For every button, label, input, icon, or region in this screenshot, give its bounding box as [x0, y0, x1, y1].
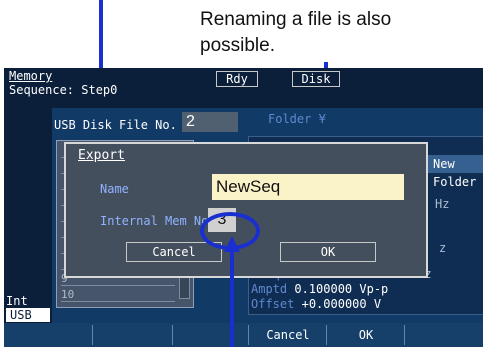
softkey-2[interactable]	[92, 325, 173, 345]
new-folder-label: New Folder	[433, 157, 477, 189]
softkey-ok[interactable]: OK	[326, 325, 405, 345]
dialog-ok-button[interactable]: OK	[280, 242, 376, 262]
sequence-label: Sequence: Step0	[9, 83, 118, 97]
offset-value: +0.000000 V	[301, 297, 382, 311]
memory-title: Memory	[9, 69, 53, 83]
softkey-3[interactable]	[172, 325, 249, 345]
disk-indicator: Disk	[292, 71, 340, 87]
unit-hz: Hz	[435, 197, 450, 211]
name-input[interactable]: NewSeq	[212, 174, 404, 200]
device-screen: Memory Sequence: Step0 Rdy Disk USB Disk…	[4, 68, 483, 347]
usb-file-no-label: USB Disk File No.	[54, 118, 177, 132]
annotation-line-2: possible.	[200, 35, 275, 56]
amptd-value: 0.100000 Vp-p	[294, 282, 389, 296]
dialog-title: Export	[78, 148, 125, 163]
arrow-bottom-stem	[230, 250, 234, 347]
offset-label: Offset	[251, 297, 295, 311]
unit-z: z	[439, 241, 447, 255]
softkey-cancel[interactable]: Cancel	[248, 325, 327, 345]
rdy-indicator: Rdy	[216, 71, 258, 87]
internal-mem-label: Internal Mem No.	[100, 214, 216, 228]
softkey-1[interactable]	[4, 325, 92, 345]
usb-file-no-field[interactable]: 2	[182, 112, 238, 132]
softkey-6[interactable]	[404, 325, 483, 345]
folder-label: Folder ¥	[268, 112, 326, 126]
list-item-10[interactable]: 10	[61, 289, 175, 302]
tab-usb[interactable]: USB	[6, 308, 50, 322]
softkey-bar: Cancel OK	[4, 323, 483, 347]
name-label: Name	[100, 182, 129, 196]
amptd-label: Amptd	[251, 282, 288, 296]
new-folder-button[interactable]: New Folder	[427, 155, 483, 189]
offset-row: Offset +0.000000 V	[251, 297, 381, 311]
arrow-bottom-head	[224, 236, 240, 252]
dialog-cancel-button[interactable]: Cancel	[126, 242, 222, 262]
export-dialog: Export Name NewSeq Internal Mem No. 3 Ca…	[64, 142, 428, 278]
annotation-line-1: Renaming a file is also	[200, 9, 392, 30]
tab-int[interactable]: Int	[6, 294, 28, 308]
amptd-row: Amptd 0.100000 Vp-p	[251, 282, 388, 296]
